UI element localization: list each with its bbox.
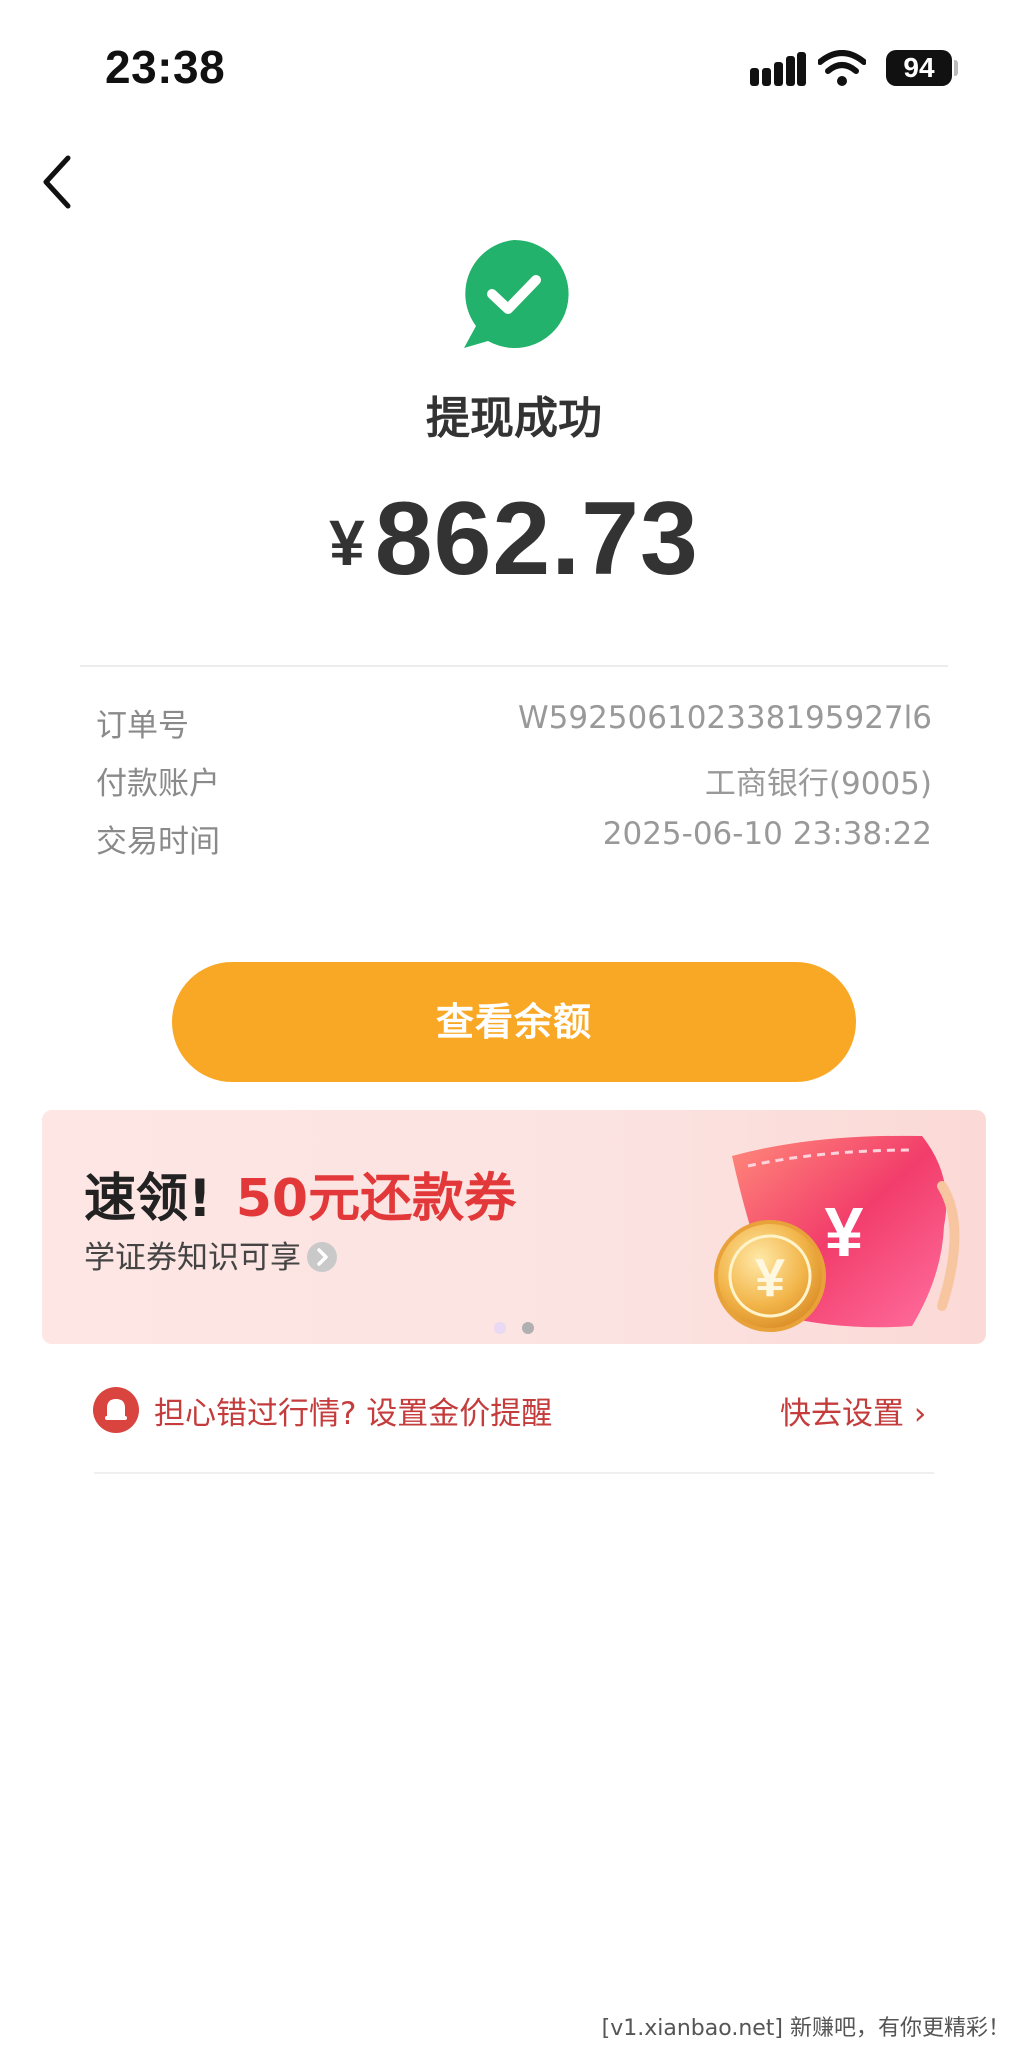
signal-icon <box>750 52 806 86</box>
battery-nub <box>954 60 958 76</box>
chevron-left-icon <box>43 155 71 209</box>
detail-value: 工商银行(9005) <box>704 766 932 802</box>
svg-text:¥: ¥ <box>825 1193 864 1271</box>
pagination-dot-active[interactable] <box>494 1322 506 1334</box>
pagination-dot[interactable] <box>522 1322 534 1334</box>
wifi-icon <box>818 50 866 86</box>
coupon-icon: ¥ ¥ <box>714 1135 960 1332</box>
amount: ¥862.73 <box>0 480 1028 599</box>
amount-value: 862.73 <box>374 481 699 597</box>
chevron-right-circle-icon <box>307 1241 337 1272</box>
svg-text:¥: ¥ <box>755 1248 785 1308</box>
go-set-link[interactable]: 快去设置 › <box>780 1388 940 1433</box>
detail-value: 2025-06-10 23:38:22 <box>602 816 932 852</box>
back-button[interactable] <box>36 152 80 212</box>
detail-label: 付款账户 <box>96 766 220 802</box>
alarm-bell-icon <box>93 1387 139 1433</box>
view-balance-button[interactable]: 查看余额 <box>172 962 856 1082</box>
reminder-text: 担心错过行情? 设置金价提醒 <box>154 1396 553 1432</box>
divider <box>80 665 948 667</box>
detail-label: 交易时间 <box>96 824 220 860</box>
detail-value: W592506102338195927l6 <box>517 700 932 736</box>
banner-title-offer: 50元还款券 <box>235 1169 517 1229</box>
yuan-coin-icon: ¥ <box>714 1220 826 1332</box>
promo-banner[interactable]: 速领! 50元还款券 学证券知识可享 ¥ ¥ <box>42 1110 986 1344</box>
status-time: 23:38 <box>105 41 226 93</box>
divider <box>94 1472 934 1474</box>
detail-label: 订单号 <box>96 708 189 744</box>
banner-subtitle-row: 学证券知识可享 <box>84 1232 337 1277</box>
battery-icon: 94 <box>886 50 952 86</box>
detail-row-order-number: 订单号 W592506102338195927l6 <box>96 700 932 744</box>
success-check-icon <box>464 239 569 348</box>
banner-title: 速领! 50元还款券 <box>84 1156 516 1231</box>
currency-symbol: ¥ <box>329 507 365 579</box>
watermark: [v1.xianbao.net] 新赚吧，有你更精彩！ <box>601 2016 1010 2041</box>
detail-row-transaction-time: 交易时间 2025-06-10 23:38:22 <box>96 816 932 860</box>
banner-subtitle: 学证券知识可享 <box>84 1240 301 1276</box>
detail-row-payment-account: 付款账户 工商银行(9005) <box>96 758 932 802</box>
banner-title-prefix: 速领! <box>84 1169 212 1229</box>
result-title: 提现成功 <box>426 393 602 444</box>
